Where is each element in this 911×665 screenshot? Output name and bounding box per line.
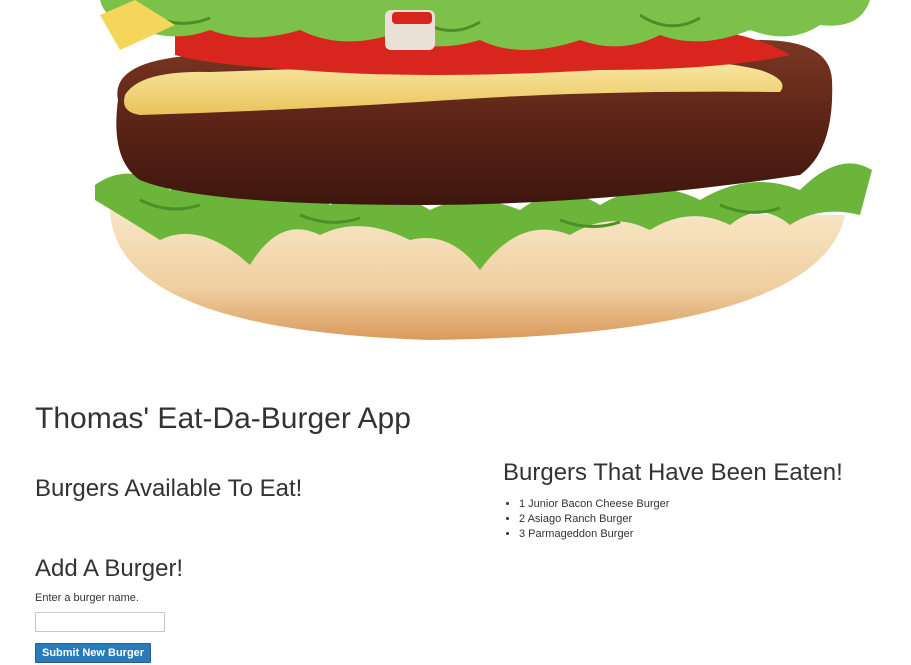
add-burger-heading: Add A Burger! (35, 555, 184, 582)
eaten-burger-item: 1 Junior Bacon Cheese Burger (519, 497, 903, 512)
submit-burger-button[interactable]: Submit New Burger (35, 643, 152, 663)
available-burgers-heading: Burgers Available To Eat! (35, 475, 303, 502)
page-title: Thomas' Eat-Da-Burger App (35, 402, 411, 435)
add-burger-form: Add A Burger! Enter a burger name. Submi… (35, 555, 475, 663)
burger-name-label: Enter a burger name. (35, 592, 139, 604)
available-burgers-section: Burgers Available To Eat! (35, 475, 475, 503)
eaten-burgers-list: 1 Junior Bacon Cheese Burger 2 Asiago Ra… (503, 497, 903, 542)
burger-hero-image (0, 0, 911, 350)
eaten-burgers-section: Burgers That Have Been Eaten! 1 Junior B… (503, 459, 903, 542)
burger-name-input[interactable] (35, 612, 165, 632)
eaten-burgers-heading: Burgers That Have Been Eaten! (503, 459, 843, 486)
eaten-burger-item: 3 Parmageddon Burger (519, 527, 903, 542)
eaten-burger-item: 2 Asiago Ranch Burger (519, 512, 903, 527)
